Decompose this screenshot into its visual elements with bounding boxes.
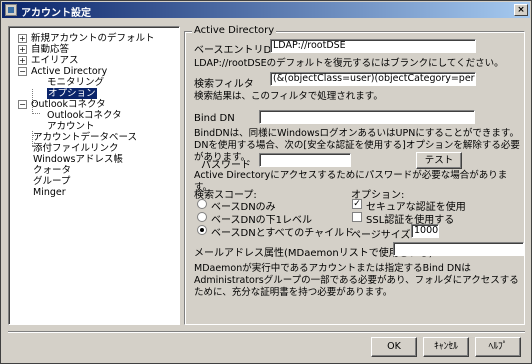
tree-item-attachment-linking[interactable]: 添付ファイルリンク [33, 143, 119, 154]
window-title: アカウント設定 [21, 8, 91, 19]
base-dn-input[interactable]: LDAP://rootDSE [270, 39, 476, 53]
tree-item-minger[interactable]: Minger [33, 187, 66, 198]
collapse-icon[interactable]: − [18, 67, 27, 76]
close-button[interactable]: × [514, 4, 528, 16]
app-icon [5, 4, 17, 16]
filter-note: 検索結果は、このフィルタで処理されます。 [194, 91, 383, 102]
expand-icon[interactable]: + [18, 34, 27, 43]
tree-connector [32, 113, 40, 114]
test-button[interactable]: テスト [416, 152, 462, 169]
separator [8, 331, 525, 333]
bind-dn-label: Bind DN [194, 113, 235, 124]
tree-item-aliases[interactable]: + エイリアス [18, 55, 79, 66]
password-input[interactable] [259, 153, 351, 167]
scope-radio-subtree[interactable] [197, 225, 207, 235]
help-button[interactable]: ﾍﾙﾌﾟ [475, 337, 521, 357]
tree-item-monitoring[interactable]: モニタリング [47, 77, 104, 88]
tree-item-new-account-defaults[interactable]: + 新規アカウントのデフォルト [18, 33, 155, 44]
ok-button[interactable]: OK [371, 337, 417, 357]
tree-item-outlook-connector[interactable]: − Outlookコネクタ [18, 99, 106, 110]
expand-icon[interactable]: + [18, 56, 27, 65]
settings-tree[interactable]: + 新規アカウントのデフォルト + 自動応答 + エイリアス − Active Dire… [8, 26, 180, 325]
page-size-input[interactable]: 1000 [411, 224, 439, 238]
cancel-button[interactable]: ｷｬﾝｾﾙ [423, 337, 469, 357]
tree-item-outlook-connector-sub[interactable]: Outlookコネクタ [47, 110, 122, 121]
ssl-auth-checkbox[interactable] [352, 212, 362, 222]
base-dn-label: ベースエントリDN [194, 45, 279, 56]
tree-item-windows-address-book[interactable]: Windowsアドレス帳 [33, 154, 123, 165]
secure-auth-checkbox[interactable]: ✓ [352, 199, 362, 209]
base-dn-note: LDAP://rootDSEのデフォルトを復元するにはブランクにしてください。 [194, 58, 504, 69]
scope-radio-base-only[interactable] [197, 199, 207, 209]
tree-item-active-directory[interactable]: − Active Directory [18, 66, 107, 77]
group-title: Active Directory [192, 25, 277, 36]
filter-label: 検索フィルタ [194, 79, 254, 90]
search-filter-input[interactable]: (&(objectClass=user)(objectCategory=pers… [270, 72, 476, 86]
mail-attribute-input[interactable] [393, 242, 524, 256]
tree-item-groups[interactable]: グループ [33, 176, 70, 187]
admin-requirement-note: MDaemonが実行中であるアカウントまたは指定するBind DNはAdmini… [194, 263, 519, 298]
bind-dn-input[interactable] [259, 110, 475, 124]
tree-item-auto-responder[interactable]: + 自動応答 [18, 44, 69, 55]
tree-item-options[interactable]: オプション [47, 88, 97, 99]
password-label: パスワード [201, 160, 251, 171]
tree-item-accounts[interactable]: アカウント [47, 121, 95, 132]
account-settings-window: アカウント設定 × + 新規アカウントのデフォルト + 自動応答 + エイリアス − A… [0, 0, 532, 364]
scope-radio-one-level[interactable] [197, 212, 207, 222]
expand-icon[interactable]: + [18, 45, 27, 54]
collapse-icon[interactable]: − [18, 100, 27, 109]
tree-item-account-database[interactable]: アカウントデータベース [33, 132, 137, 143]
scope-label-subtree: ベースDNとすべてのチャイルド [211, 228, 355, 239]
tree-item-quotas[interactable]: クォータ [33, 165, 71, 176]
title-bar: アカウント設定 × [2, 2, 530, 19]
page-size-label: ページサイズ [351, 230, 411, 241]
